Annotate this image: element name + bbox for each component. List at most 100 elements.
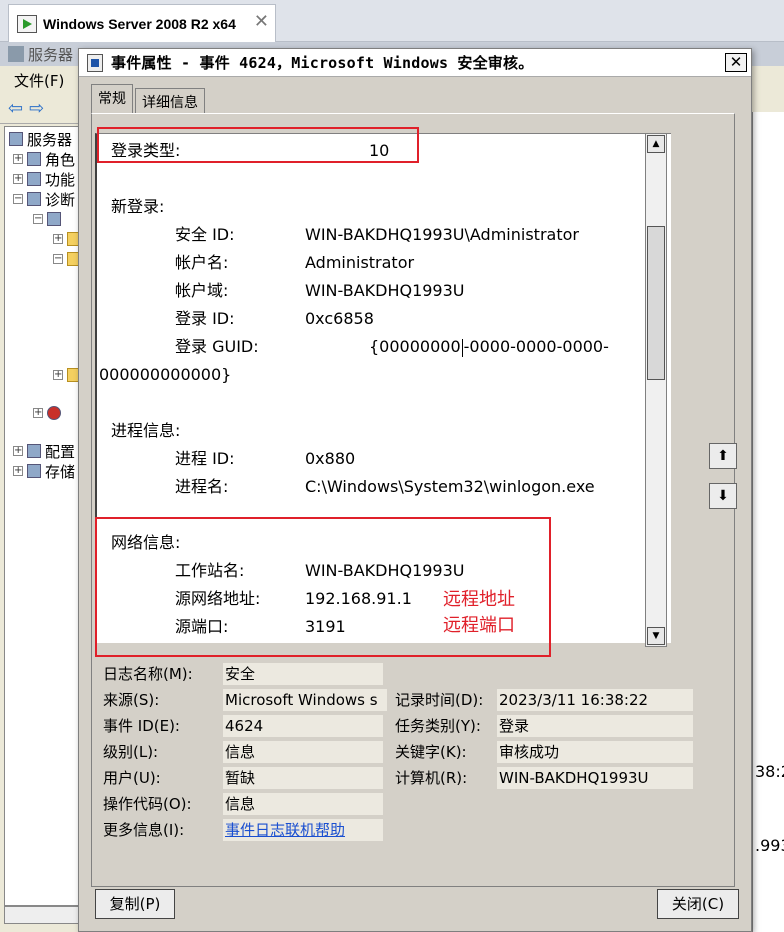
back-arrow-icon[interactable]: ⇦	[8, 98, 23, 119]
tree-item[interactable]: +	[53, 229, 79, 249]
event-id-value: 4624	[223, 715, 383, 737]
tree-item-label: 存储	[45, 462, 76, 481]
tree-item[interactable]: +	[53, 365, 79, 385]
security-id-label: 安全 ID:	[175, 225, 235, 244]
tab-details[interactable]: 详细信息	[135, 88, 205, 113]
tree-item-label: 服务器	[27, 130, 73, 149]
vm-tab-close-icon[interactable]: ✕	[254, 11, 269, 32]
previous-event-button[interactable]: ⬆	[709, 443, 737, 469]
tab-general[interactable]: 常规	[91, 84, 133, 114]
keywords-label: 关键字(K):	[395, 743, 467, 761]
tree-horizontal-scrollbar[interactable]	[4, 906, 80, 924]
text-caret	[461, 338, 463, 357]
account-domain-value: WIN-BAKDHQ1993U	[305, 281, 465, 300]
logon-id-value: 0xc6858	[305, 309, 374, 328]
account-name-value: Administrator	[305, 253, 415, 272]
vm-play-icon	[17, 14, 37, 33]
arrow-up-icon: ⬆	[717, 448, 729, 464]
computer-value: WIN-BAKDHQ1993U	[497, 767, 693, 789]
keywords-value: 审核成功	[497, 741, 693, 763]
tree-item[interactable]: −	[33, 209, 65, 229]
navigation-tree: 服务器 + 角色 + 功能 − 诊断 − + − + + + 配置 + 存储	[4, 126, 80, 906]
close-button[interactable]: 关闭(C)	[657, 889, 739, 919]
more-info-link[interactable]: 事件日志联机帮助	[225, 821, 345, 839]
list-fragment: .993	[755, 836, 784, 855]
server-icon	[9, 132, 23, 146]
source-value: Microsoft Windows s	[223, 689, 387, 711]
storage-icon	[27, 464, 41, 478]
level-value: 信息	[223, 741, 383, 763]
expand-icon[interactable]: +	[13, 174, 23, 184]
vm-tab[interactable]: Windows Server 2008 R2 x64 ✕	[8, 4, 276, 42]
dialog-close-button[interactable]: ✕	[725, 53, 747, 72]
tree-item[interactable]: + 配置	[13, 441, 75, 461]
tree-item[interactable]: +	[33, 403, 65, 423]
opcode-value: 信息	[223, 793, 383, 815]
scroll-up-arrow-icon[interactable]: ▲	[647, 135, 665, 153]
dialog-titlebar: 事件属性 - 事件 4624，Microsoft Windows 安全审核。 ✕	[79, 49, 751, 77]
expand-icon[interactable]: +	[53, 234, 63, 244]
tree-item[interactable]: + 功能	[13, 169, 75, 189]
log-name-label: 日志名称(M):	[103, 665, 193, 683]
expand-icon[interactable]: +	[13, 466, 23, 476]
process-name-value: C:\Windows\System32\winlogon.exe	[305, 477, 595, 496]
opcode-label: 操作代码(O):	[103, 795, 192, 813]
task-category-label: 任务类别(Y):	[395, 717, 481, 735]
process-header: 进程信息:	[111, 421, 181, 440]
menu-file[interactable]: 文件(F)	[14, 70, 64, 91]
logon-guid-label: 登录 GUID:	[175, 337, 259, 356]
logon-id-label: 登录 ID:	[175, 309, 235, 328]
collapse-icon[interactable]: −	[53, 254, 63, 264]
dialog-title: 事件属性 - 事件 4624，Microsoft Windows 安全审核。	[111, 54, 534, 72]
log-name-value: 安全	[223, 663, 383, 685]
annotation-remote-address: 远程地址	[443, 589, 515, 610]
new-logon-header: 新登录:	[111, 197, 165, 216]
forward-arrow-icon[interactable]: ⇨	[29, 98, 44, 119]
vm-tab-title: Windows Server 2008 R2 x64	[43, 15, 236, 32]
tree-item-label: 功能	[45, 170, 76, 189]
tree-item[interactable]: − 诊断	[13, 189, 75, 209]
task-category-value: 登录	[497, 715, 693, 737]
logon-guid-value: {00000000 -0000-0000-0000-	[369, 336, 609, 358]
process-id-label: 进程 ID:	[175, 449, 235, 468]
user-label: 用户(U):	[103, 769, 161, 787]
arrow-down-icon: ⬇	[717, 488, 729, 504]
collapse-icon[interactable]: −	[13, 194, 23, 204]
annotation-box-logon-type	[97, 127, 419, 163]
tree-item[interactable]: + 角色	[13, 149, 75, 169]
expand-icon[interactable]: +	[53, 370, 63, 380]
next-event-button[interactable]: ⬇	[709, 483, 737, 509]
tree-item[interactable]: −	[53, 249, 79, 269]
tree-item-label: 诊断	[45, 190, 76, 209]
expand-icon[interactable]: +	[13, 154, 23, 164]
event-properties-icon	[87, 53, 103, 72]
server-manager-icon	[8, 46, 24, 62]
performance-icon	[47, 406, 61, 420]
logon-guid-part1: {00000000	[369, 337, 461, 356]
scroll-down-arrow-icon[interactable]: ▼	[647, 627, 665, 645]
features-icon	[27, 172, 41, 186]
account-name-label: 帐户名:	[175, 253, 229, 272]
collapse-icon[interactable]: −	[33, 214, 43, 224]
logon-guid-part2: -0000-0000-0000-	[463, 337, 609, 356]
vm-tab-strip: Windows Server 2008 R2 x64 ✕	[0, 0, 784, 42]
more-info-link-cell: 事件日志联机帮助	[223, 819, 383, 841]
expand-icon[interactable]: +	[33, 408, 43, 418]
tree-item[interactable]: + 存储	[13, 461, 75, 481]
source-label: 来源(S):	[103, 691, 160, 709]
event-id-label: 事件 ID(E):	[103, 717, 180, 735]
list-fragment: 38:2	[755, 762, 784, 781]
tree-item[interactable]: 服务器	[9, 129, 72, 149]
process-id-value: 0x880	[305, 449, 356, 468]
scroll-thumb[interactable]	[647, 226, 665, 380]
process-name-label: 进程名:	[175, 477, 229, 496]
tree-item-label: 配置	[45, 442, 76, 461]
copy-button[interactable]: 复制(P)	[95, 889, 175, 919]
event-properties-dialog: 事件属性 - 事件 4624，Microsoft Windows 安全审核。 ✕…	[78, 48, 752, 932]
description-scrollbar[interactable]: ▲ ▼	[645, 133, 667, 647]
roles-icon	[27, 152, 41, 166]
level-label: 级别(L):	[103, 743, 159, 761]
account-domain-label: 帐户域:	[175, 281, 229, 300]
expand-icon[interactable]: +	[13, 446, 23, 456]
event-viewer-icon	[47, 212, 61, 226]
